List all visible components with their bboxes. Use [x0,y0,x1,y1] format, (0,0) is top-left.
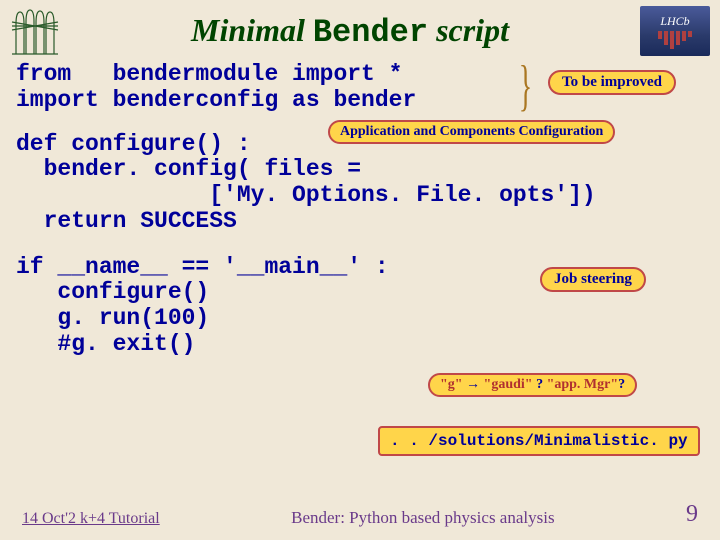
title-pre: Minimal [191,12,313,48]
g-d: ? [618,377,625,392]
footer-title: Bender: Python based physics analysis [160,508,686,528]
g-arrow: → [463,377,484,392]
page-number: 9 [686,501,698,528]
tag-g-meaning: "g" → "gaudi" ? "app. Mgr"? [428,373,637,397]
lhcb-bars-icon [658,31,692,49]
tag-to-be-improved: To be improved [548,70,676,95]
tag-solution-path: . . /solutions/Minimalistic. py [378,426,700,456]
lhcb-logo-icon: LHCb [640,6,710,56]
title-mono: Bender [313,14,428,51]
code-configure: def configure() : bender. config( files … [16,132,704,235]
g-b: "gaudi" [484,377,533,392]
footer-date: 14 Oct'2 k+4 Tutorial [22,510,160,528]
content: } from bendermodule import * import bend… [0,58,720,358]
tag-job-steering: Job steering [540,267,646,292]
g-q: ? [533,377,547,392]
g-c: "app. Mgr" [547,377,619,392]
header: Minimal Bender script LHCb [0,0,720,58]
lhcb-text: LHCb [660,14,689,29]
title-post: script [428,12,509,48]
slide-title: Minimal Bender script [76,12,624,51]
g-a: "g" [440,377,463,392]
footer: 14 Oct'2 k+4 Tutorial Bender: Python bas… [0,501,720,528]
tag-app-config: Application and Components Configuration [328,120,615,144]
brace-icon: } [519,58,532,114]
logo-left-icon [10,6,60,56]
